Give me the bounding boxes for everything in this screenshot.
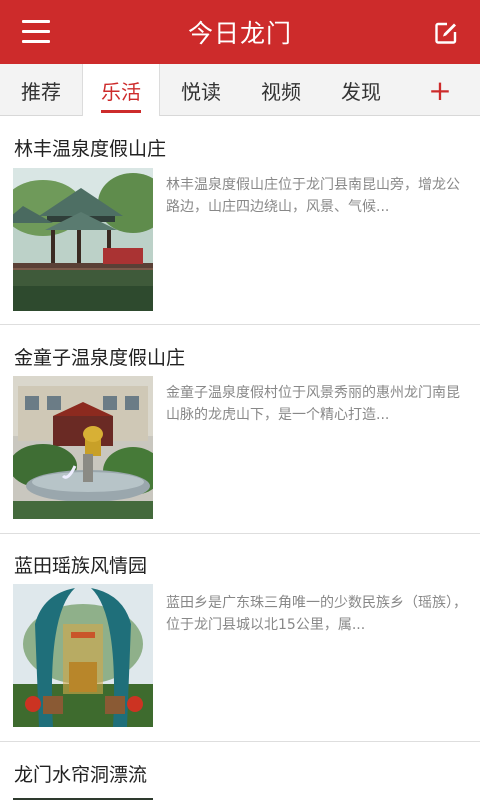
tab-recommend[interactable]: 推荐 xyxy=(0,64,82,116)
list-item[interactable]: 林丰温泉度假山庄 林丰温泉度假山庄位于龙门县南昆山旁，增龙公路边，山庄四边绕山，… xyxy=(0,117,480,325)
article-title: 蓝田瑶族风情园 xyxy=(14,555,148,577)
tab-yuedu[interactable]: 悦读 xyxy=(162,64,240,116)
list-item[interactable]: 蓝田瑶族风情园 蓝田乡是广东珠三角唯一的少数民族乡（瑶族），位于龙门县城以北15… xyxy=(0,534,480,742)
plus-icon: + xyxy=(428,73,452,107)
article-summary: 蓝田乡是广东珠三角唯一的少数民族乡（瑶族），位于龙门县城以北15公里，属... xyxy=(166,595,467,633)
article-summary: 林丰温泉度假山庄位于龙门县南昆山旁，增龙公路边，山庄四边绕山，风景、气候... xyxy=(166,177,460,215)
tab-discover[interactable]: 发现 xyxy=(322,64,400,116)
article-thumbnail xyxy=(13,168,153,311)
tab-label: 推荐 xyxy=(21,79,61,104)
tab-label: 视频 xyxy=(261,79,301,104)
article-title: 林丰温泉度假山庄 xyxy=(14,138,167,160)
list-item[interactable]: 金童子温泉度假山庄 金童子温泉度假村位于风景秀丽的惠州龙门南昆山脉的龙虎山下，是… xyxy=(0,325,480,534)
add-tab-button[interactable]: + xyxy=(400,64,480,116)
hamburger-menu-icon[interactable] xyxy=(22,20,50,44)
list-item[interactable]: 龙门水帘洞漂流 xyxy=(0,742,480,800)
article-thumbnail xyxy=(13,793,153,800)
category-tabs: 推荐 乐活 悦读 视频 发现 + xyxy=(0,64,480,116)
tab-label: 悦读 xyxy=(181,79,221,104)
article-summary: 金童子温泉度假村位于风景秀丽的惠州龙门南昆山脉的龙虎山下，是一个精心打造... xyxy=(166,385,460,423)
tab-lehuo[interactable]: 乐活 xyxy=(82,64,160,116)
article-title: 金童子温泉度假山庄 xyxy=(14,347,186,369)
article-thumbnail xyxy=(13,376,153,519)
tab-label: 发现 xyxy=(341,79,381,104)
article-title: 龙门水帘洞漂流 xyxy=(14,764,148,786)
article-thumbnail xyxy=(13,584,153,727)
app-title: 今日龙门 xyxy=(187,19,292,48)
tab-video[interactable]: 视频 xyxy=(242,64,320,116)
edit-icon[interactable] xyxy=(434,21,458,45)
tab-label: 乐活 xyxy=(101,79,141,104)
app-bar: 今日龙门 xyxy=(0,0,480,64)
